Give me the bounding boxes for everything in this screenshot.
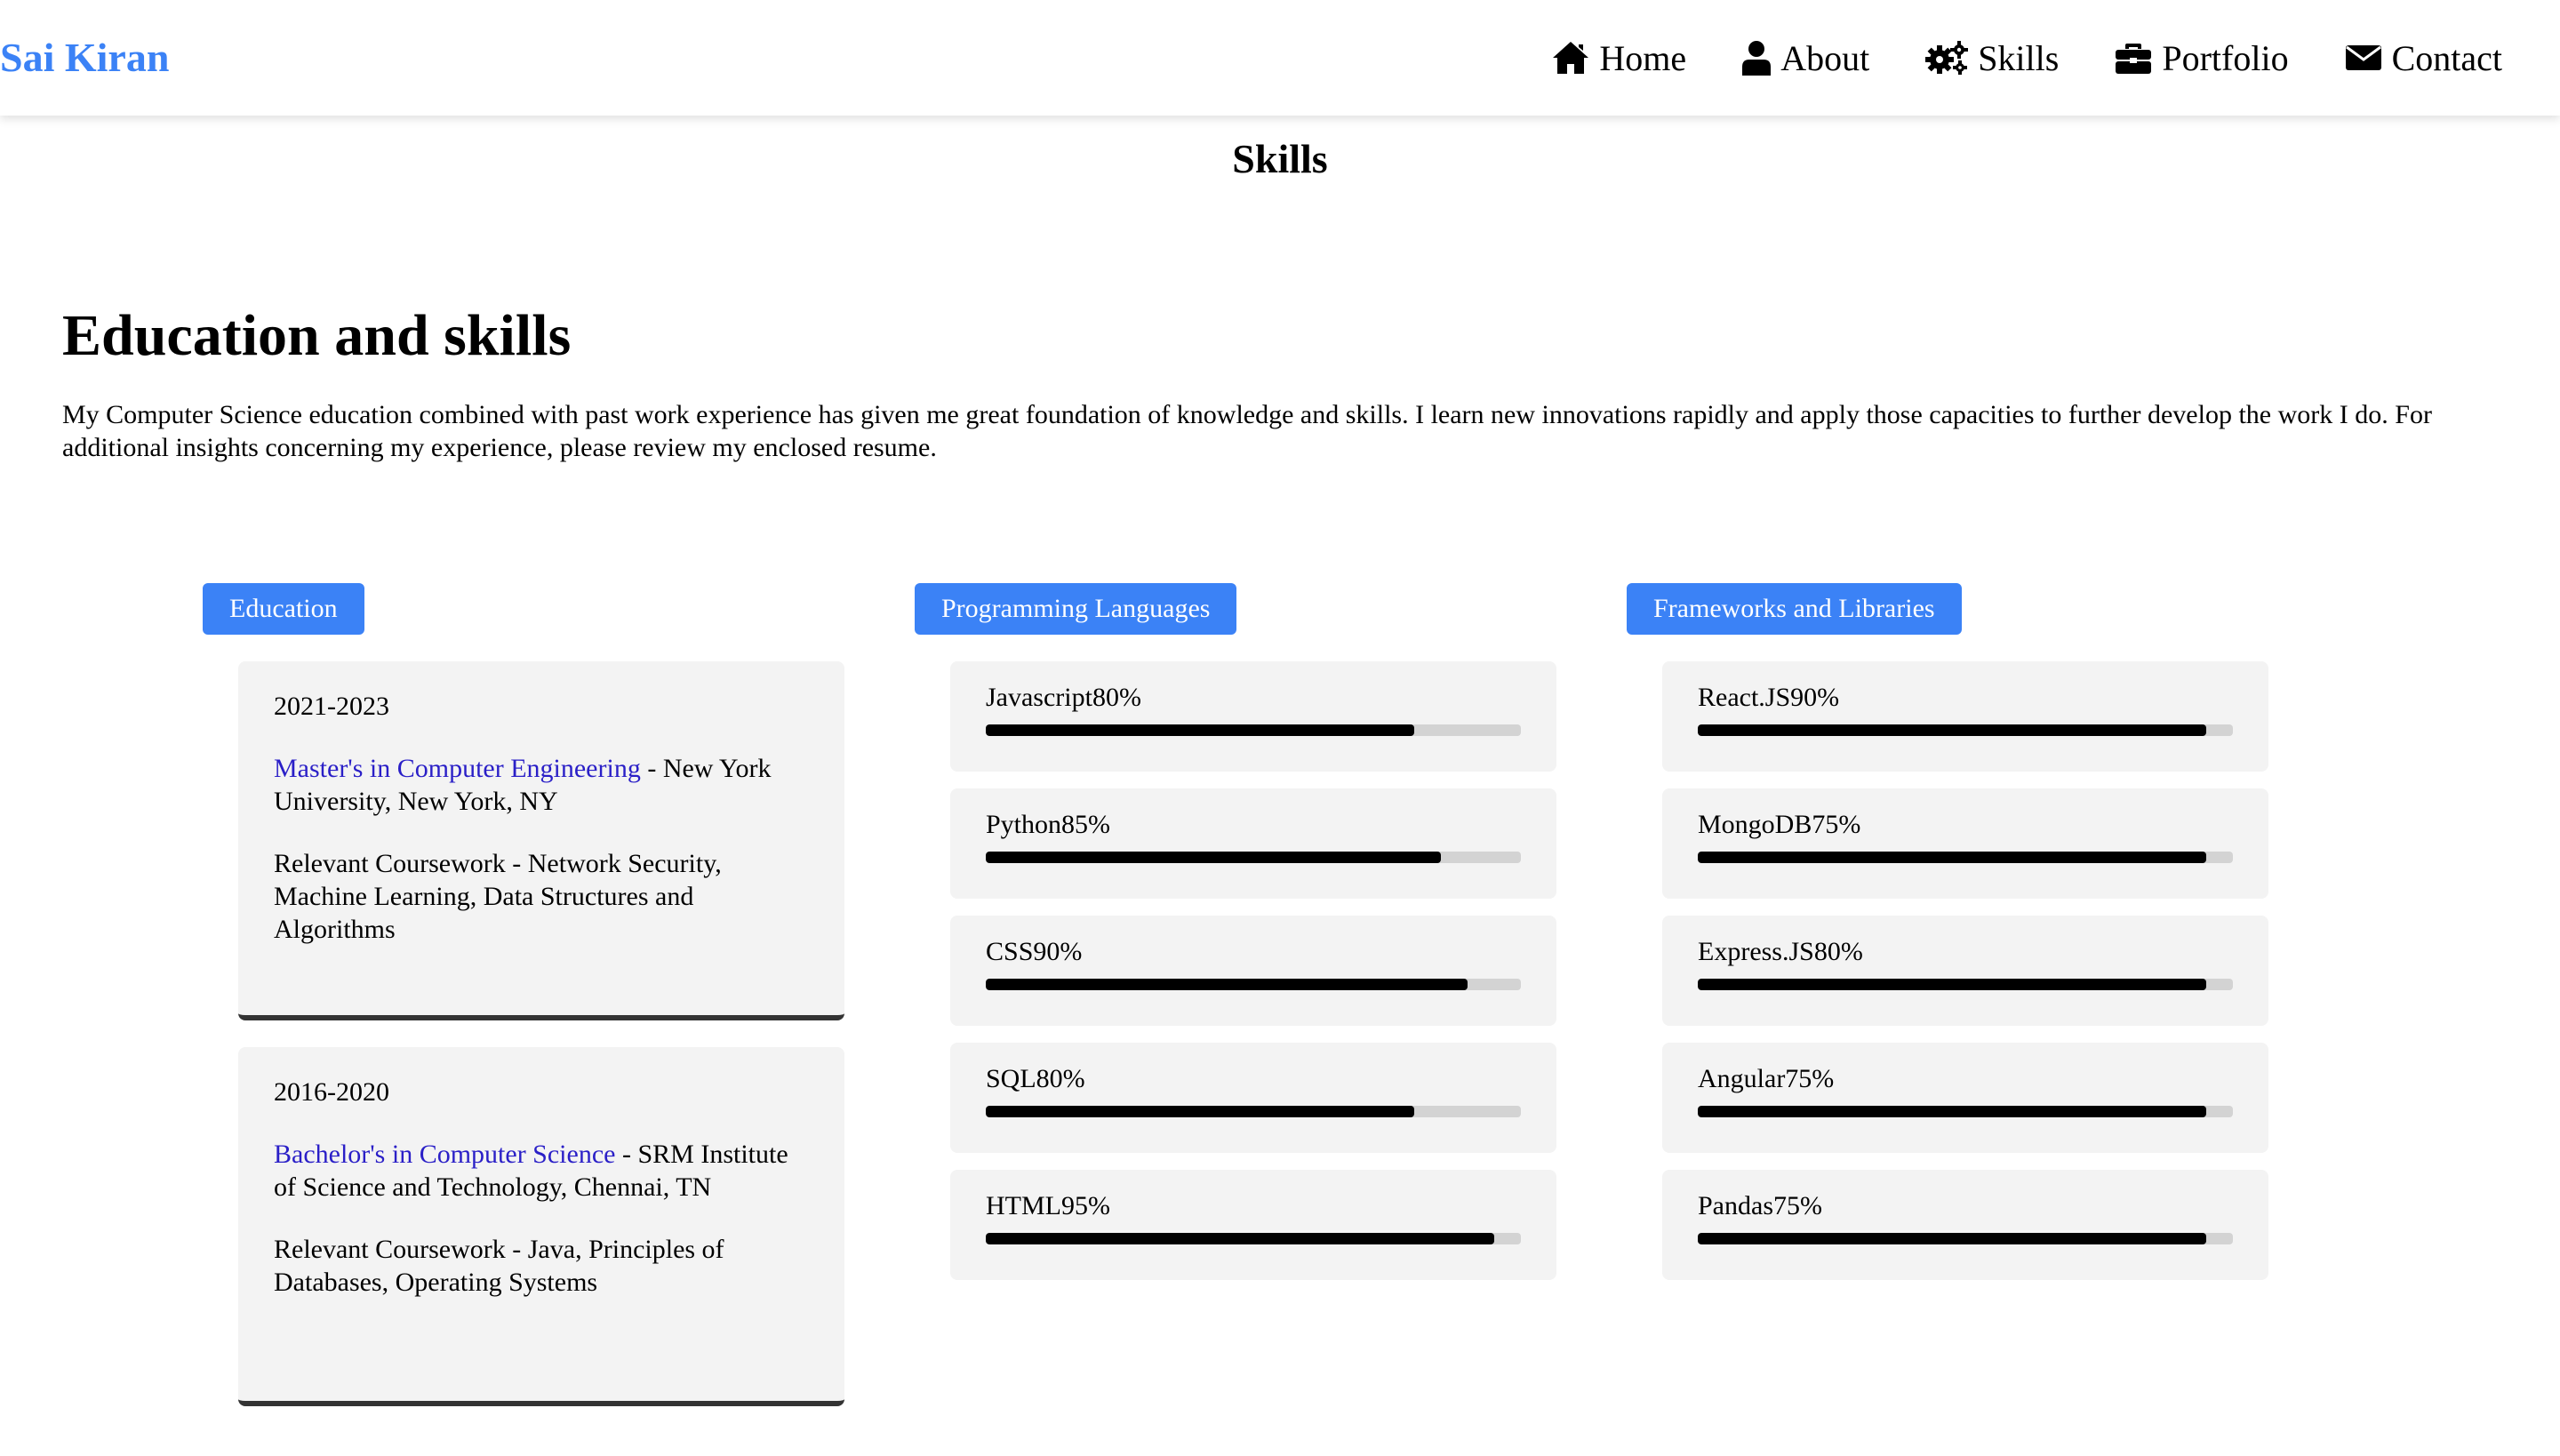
education-card: 2016-2020 Bachelor's in Computer Science…	[238, 1047, 844, 1406]
education-coursework: Relevant Coursework - Java, Principles o…	[274, 1235, 724, 1297]
skill-card: Pandas75%	[1662, 1170, 2268, 1280]
skill-bar-fill	[986, 979, 1468, 990]
nav-label: Skills	[1978, 37, 2060, 78]
skill-card: MongoDB75%	[1662, 788, 2268, 899]
gears-icon	[1924, 40, 1969, 76]
skill-bar-fill	[1698, 724, 2206, 736]
skill-label: SQL80%	[986, 1064, 1085, 1093]
section-title: Skills	[1232, 136, 1328, 181]
frameworks-column: Frameworks and Libraries React.JS90% Mon…	[1627, 583, 2284, 1280]
skill-bar-track	[1698, 1233, 2233, 1244]
skill-label: Python85%	[986, 810, 1111, 839]
degree-title: Bachelor's in Computer Science	[274, 1140, 616, 1169]
skill-card: CSS90%	[950, 916, 1556, 1026]
nav-item-portfolio[interactable]: Portfolio	[2114, 37, 2289, 79]
nav-item-about[interactable]: About	[1741, 37, 1869, 79]
skill-bar-fill	[986, 1233, 1494, 1244]
skill-bar-fill	[1698, 1233, 2206, 1244]
skill-bar-track	[986, 1233, 1521, 1244]
navbar: Sai Kiran Home About Skills Portfolio Co…	[0, 0, 2560, 116]
skill-label: Express.JS80%	[1698, 937, 1863, 966]
programming-column: Programming Languages Javascript80% Pyth…	[915, 583, 1572, 1280]
nav-item-home[interactable]: Home	[1551, 37, 1686, 79]
skill-bar-track	[986, 1106, 1521, 1117]
skill-label: Javascript80%	[986, 683, 1141, 712]
nav-label: Portfolio	[2162, 37, 2289, 78]
education-years: 2016-2020	[274, 1077, 389, 1107]
degree-title: Master's in Computer Engineering	[274, 754, 641, 783]
skill-card: SQL80%	[950, 1043, 1556, 1153]
skill-label: MongoDB75%	[1698, 810, 1861, 839]
skill-bar-fill	[986, 724, 1414, 736]
skill-bar-track	[1698, 979, 2233, 990]
skill-label: CSS90%	[986, 937, 1083, 966]
education-coursework: Relevant Coursework - Network Security, …	[274, 849, 722, 944]
education-degree-line: Bachelor's in Computer Science - SRM Ins…	[274, 1138, 809, 1204]
skill-bar-track	[986, 979, 1521, 990]
skill-bar-fill	[986, 1106, 1414, 1117]
skill-card: Angular75%	[1662, 1043, 2268, 1153]
frameworks-tag: Frameworks and Libraries	[1627, 583, 1962, 635]
nav-menu: Home About Skills Portfolio Contact	[1496, 37, 2560, 79]
skill-label: React.JS90%	[1698, 683, 1840, 712]
skill-card: Express.JS80%	[1662, 916, 2268, 1026]
nav-label: About	[1780, 37, 1870, 78]
education-column: Education 2021-2023 Master's in Computer…	[203, 583, 860, 1406]
skill-bar-track	[1698, 1106, 2233, 1117]
skill-bar-track	[1698, 852, 2233, 863]
nav-item-contact[interactable]: Contact	[2344, 37, 2502, 79]
skill-label: Pandas75%	[1698, 1191, 1822, 1220]
education-tag: Education	[203, 583, 364, 635]
education-years: 2021-2023	[274, 692, 389, 721]
intro-paragraph: My Computer Science education combined w…	[62, 400, 2432, 462]
nav-label: Contact	[2391, 37, 2502, 78]
education-degree-line: Master's in Computer Engineering - New Y…	[274, 752, 809, 818]
home-icon	[1551, 40, 1590, 76]
user-icon	[1741, 40, 1772, 76]
skill-bar-track	[1698, 724, 2233, 736]
programming-tag: Programming Languages	[915, 583, 1237, 635]
envelope-icon	[2344, 40, 2383, 76]
skill-card: HTML95%	[950, 1170, 1556, 1280]
skill-card: Javascript80%	[950, 661, 1556, 772]
skill-bar-fill	[1698, 979, 2206, 990]
page-heading: Education and skills	[62, 303, 572, 368]
education-card: 2021-2023 Master's in Computer Engineeri…	[238, 661, 844, 1020]
brand-logo[interactable]: Sai Kiran	[0, 37, 169, 78]
briefcase-icon	[2114, 40, 2153, 76]
skill-bar-track	[986, 852, 1521, 863]
skill-bar-fill	[986, 852, 1441, 863]
skill-card: React.JS90%	[1662, 661, 2268, 772]
skill-bar-fill	[1698, 1106, 2206, 1117]
nav-label: Home	[1599, 37, 1687, 78]
skill-bar-fill	[1698, 852, 2206, 863]
skill-label: HTML95%	[986, 1191, 1110, 1220]
skill-label: Angular75%	[1698, 1064, 1835, 1093]
skill-bar-track	[986, 724, 1521, 736]
skill-card: Python85%	[950, 788, 1556, 899]
nav-item-skills[interactable]: Skills	[1924, 37, 2059, 79]
